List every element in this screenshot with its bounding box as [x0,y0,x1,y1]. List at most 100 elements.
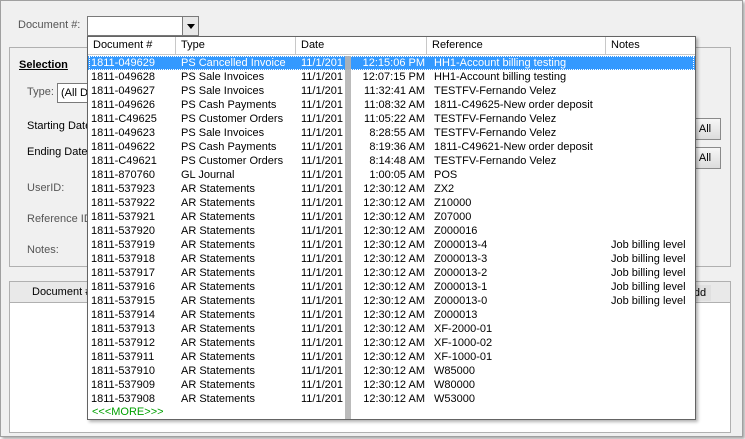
cell-date: 11/1/2018 [301,211,343,223]
results-doc-column-header[interactable]: Document # [32,286,91,298]
dropdown-header: Document # Type Date Reference Notes [88,37,695,55]
cell-ref: Z07000 [434,211,472,223]
list-item[interactable]: 1811-537919 AR Statements 11/1/2018 12:30:1… [88,238,695,252]
list-item[interactable]: 1811-C49621 PS Customer Orders 11/1/2018 8:… [88,154,695,168]
list-item[interactable]: 1811-537918 AR Statements 11/1/2018 12:30:1… [88,252,695,266]
cell-doc: 1811-537921 [91,211,156,223]
more-link[interactable]: <<<MORE>>> [92,406,164,418]
list-item[interactable]: 1811-049628 PS Sale Invoices 11/1/2018 12:0… [88,70,695,84]
cell-time: 12:30:12 AM [363,253,425,265]
list-item[interactable]: 1811-537909 AR Statements 11/1/2018 12:30:1… [88,378,695,392]
cell-date: 11/1/2018 [301,239,343,251]
cell-ref: Z000013-0 [434,295,488,307]
cell-time: 12:30:12 AM [363,197,425,209]
column-header-notes[interactable]: Notes [606,37,695,54]
cell-time: 1:00:05 AM [369,169,425,181]
cell-time: 12:30:12 AM [363,295,425,307]
cell-type: AR Statements [181,393,255,405]
cell-date: 11/1/2018 [301,141,343,153]
cell-doc: 1811-049622 [91,141,156,153]
column-header-reference[interactable]: Reference [427,37,606,54]
list-item[interactable]: 1811-537920 AR Statements 11/1/2018 12:30:1… [88,224,695,238]
cell-ref: 1811-C49625-New order deposit [434,99,593,111]
cell-ref: XF-1000-02 [434,337,493,349]
userid-label: UserID: [27,182,65,194]
list-item[interactable]: 1811-537912 AR Statements 11/1/2018 12:30:1… [88,336,695,350]
cell-doc: 1811-537922 [91,197,156,209]
cell-type: AR Statements [181,337,255,349]
dropdown-arrow-button[interactable] [182,17,198,35]
cell-time: 12:30:12 AM [363,379,425,391]
column-header-document[interactable]: Document # [88,37,176,54]
cell-time: 8:19:36 AM [369,141,425,153]
list-item[interactable]: 1811-049629 PS Cancelled Invoice 11/1/2018… [88,56,695,70]
list-item[interactable]: 1811-537915 AR Statements 11/1/2018 12:30:1… [88,294,695,308]
cell-date: 11/1/2018 [301,71,343,83]
ending-date-label: Ending Date [27,146,88,158]
column-header-type[interactable]: Type [176,37,296,54]
cell-time: 12:30:12 AM [363,323,425,335]
cell-ref: TESTFV-Fernando Velez [434,113,557,125]
cell-ref: HH1-Account billing testing [434,71,567,83]
selection-title: Selection [19,59,68,71]
cell-date: 11/1/2018 [301,99,343,111]
type-label: Type: [27,86,54,98]
cell-date: 11/1/2018 [301,85,343,97]
cell-ref: Z000013-3 [434,253,488,265]
list-item[interactable]: 1811-537922 AR Statements 11/1/2018 12:30:1… [88,196,695,210]
cell-type: AR Statements [181,351,255,363]
list-item[interactable]: 1811-049622 PS Cash Payments 11/1/2018 8:19… [88,140,695,154]
list-item[interactable]: 1811-537910 AR Statements 11/1/2018 12:30:1… [88,364,695,378]
cell-doc: 1811-537920 [91,225,156,237]
cell-date: 11/1/2018 [301,169,343,181]
cell-doc: 1811-049629 [91,57,156,69]
cell-date: 11/1/2018 [301,393,343,405]
cell-type: AR Statements [181,225,255,237]
document-label: Document #: [18,19,81,31]
list-item[interactable]: 1811-537913 AR Statements 11/1/2018 12:30:1… [88,322,695,336]
cell-date: 11/1/2018 [301,323,343,335]
column-header-date[interactable]: Date [296,37,427,54]
cell-notes: Job billing level [611,239,686,251]
cell-doc: 1811-537913 [91,323,156,335]
document-combobox[interactable] [87,16,199,36]
list-item[interactable]: 1811-537908 AR Statements 11/1/2018 12:30:1… [88,392,695,406]
cell-doc: 1811-537915 [91,295,156,307]
cell-date: 11/1/2018 [301,351,343,363]
list-item[interactable]: 1811-537914 AR Statements 11/1/2018 12:30:1… [88,308,695,322]
cell-time: 12:30:12 AM [363,211,425,223]
list-item[interactable]: 1811-537916 AR Statements 11/1/2018 12:30:1… [88,280,695,294]
cell-doc: 1811-049623 [91,127,156,139]
cell-doc: 1811-537917 [91,267,156,279]
cell-type: AR Statements [181,239,255,251]
notes-label: Notes: [27,244,59,256]
list-item[interactable]: 1811-049623 PS Sale Invoices 11/1/2018 8:28… [88,126,695,140]
cell-time: 11:05:22 AM [364,113,425,125]
cell-type: AR Statements [181,309,255,321]
cell-doc: 1811-537923 [91,183,156,195]
cell-type: PS Sale Invoices [181,71,265,83]
cell-ref: W80000 [434,379,475,391]
cell-date: 11/1/2018 [301,197,343,209]
cell-doc: 1811-537918 [91,253,156,265]
cell-date: 11/1/2018 [301,337,343,349]
cell-ref: XF-1000-01 [434,351,493,363]
list-item[interactable]: 1811-537917 AR Statements 11/1/2018 12:30:1… [88,266,695,280]
cell-doc: 1811-537916 [91,281,156,293]
list-item[interactable]: 1811-537923 AR Statements 11/1/2018 12:30:1… [88,182,695,196]
cell-time: 12:30:12 AM [363,183,425,195]
list-item[interactable]: 1811-537921 AR Statements 11/1/2018 12:30:1… [88,210,695,224]
cell-time: 12:30:12 AM [363,393,425,405]
cell-ref: POS [434,169,458,181]
cell-doc: 1811-537911 [91,351,155,363]
list-item[interactable]: 1811-C49625 PS Customer Orders 11/1/2018 11… [88,112,695,126]
cell-type: AR Statements [181,253,255,265]
document-dropdown-list[interactable]: Document # Type Date Reference Notes 181… [87,36,696,420]
cell-ref: Z000013-2 [434,267,488,279]
cell-ref: TESTFV-Fernando Velez [434,155,557,167]
list-item[interactable]: 1811-049627 PS Sale Invoices 11/1/2018 11:3… [88,84,695,98]
list-item[interactable]: 1811-870760 GL Journal 11/1/2018 1:00:05 AM… [88,168,695,182]
list-item[interactable]: 1811-537911 AR Statements 11/1/2018 12:30:1… [88,350,695,364]
cell-time: 8:14:48 AM [369,155,425,167]
list-item[interactable]: 1811-049626 PS Cash Payments 11/1/2018 11:0… [88,98,695,112]
